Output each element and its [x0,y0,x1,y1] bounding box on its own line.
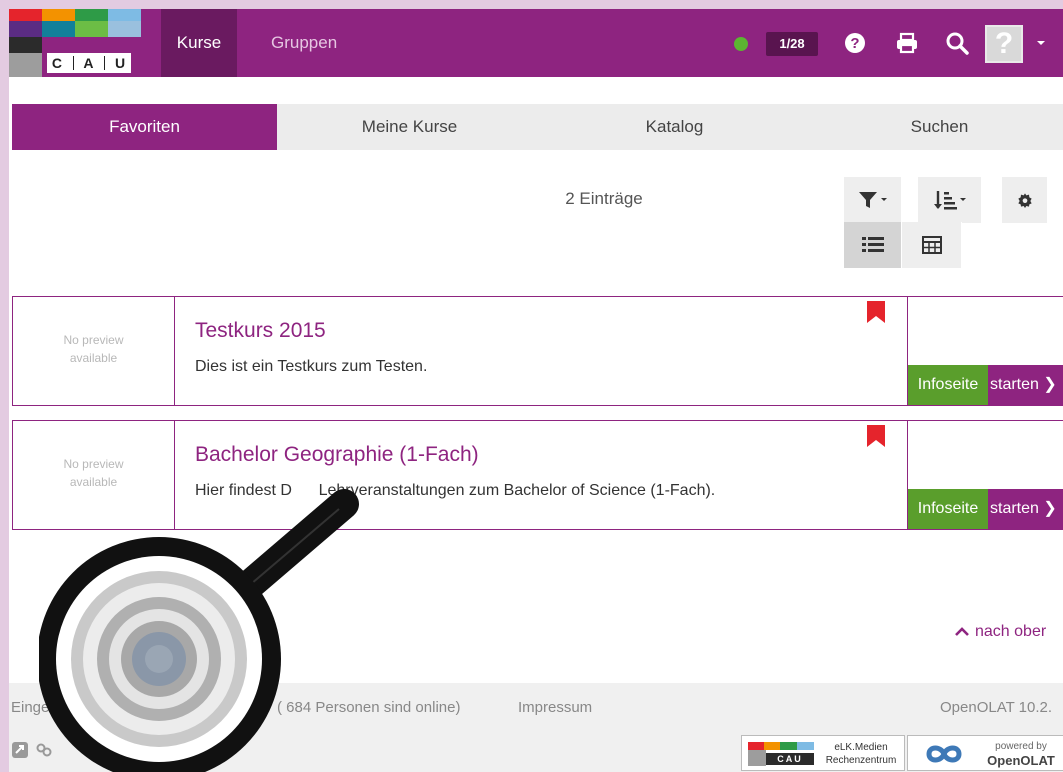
list-view-icon [861,237,884,252]
logo-tile [42,9,75,21]
search-icon[interactable] [945,31,969,55]
logo-tile [9,9,42,21]
logo-tile [9,53,42,77]
sort-icon [933,191,966,210]
course-thumbnail: No preview available [13,297,175,405]
logo-separator [104,56,106,70]
course-title-link[interactable]: Testkurs 2015 [195,319,326,343]
filter-icon [858,192,887,208]
bookmark-icon[interactable] [867,301,885,323]
nav-tab-gruppen[interactable]: Gruppen [249,9,359,77]
table-view-icon [921,236,942,254]
tab-favoriten[interactable]: Favoriten [12,104,277,150]
app-page: C A U Kurse Gruppen 1/28 ? ? Favoriten M… [9,9,1063,772]
magnifier-overlay-icon [39,489,359,772]
top-navigation-bar: C A U Kurse Gruppen 1/28 ? ? [9,9,1063,77]
online-status-icon[interactable] [734,37,748,51]
back-to-top-link[interactable]: nach ober [955,623,1046,641]
logo-tile [9,37,42,53]
no-preview-text: No preview available [63,457,124,489]
logo-tile [9,21,42,37]
entry-count: 2 Einträge [565,189,643,208]
share-icon[interactable] [11,741,29,759]
sort-button[interactable] [918,177,982,223]
print-icon[interactable] [895,31,919,55]
gear-icon [1017,193,1032,208]
table-view-button[interactable] [902,222,962,268]
openolat-logo-icon [926,745,962,763]
start-course-button[interactable]: starten ❯ [988,489,1063,529]
chevron-down-icon[interactable] [1035,37,1047,49]
course-row: No preview available Testkurs 2015 Dies … [12,296,1063,406]
user-avatar[interactable]: ? [985,25,1023,63]
cau-rechenzentrum-badge[interactable]: CAU eLK.Medien Rechenzentrum [741,735,905,771]
tab-katalog[interactable]: Katalog [542,104,807,150]
course-tabs: Favoriten Meine Kurse Katalog Suchen [12,104,1063,150]
nav-tab-kurse[interactable]: Kurse [161,9,237,77]
cau-mini-logo: CAU [748,742,814,766]
badge-text: eLK.Medien Rechenzentrum [825,742,897,766]
course-description: Dies ist ein Testkurs zum Testen. [195,358,428,375]
logo-wordmark: C A U [47,53,131,73]
logo-tile [42,21,75,37]
impressum-link[interactable]: Impressum [518,699,592,716]
infoseite-button[interactable]: Infoseite [908,365,988,405]
cau-logo[interactable]: C A U [9,9,141,77]
logo-tile [75,21,108,37]
start-course-button[interactable]: starten ❯ [988,365,1063,405]
logo-tile [108,9,141,21]
logo-letter: A [83,55,95,71]
no-preview-text: No preview available [63,333,124,365]
logo-tile [108,21,141,37]
badge-text: powered by OpenOLAT [987,741,1055,768]
help-icon[interactable]: ? [843,31,867,55]
settings-button[interactable] [1002,177,1048,223]
course-title-link[interactable]: Bachelor Geographie (1-Fach) [195,443,479,467]
powered-by-openolat-badge[interactable]: powered by OpenOLAT [907,735,1063,771]
list-view-button[interactable] [844,222,902,268]
bookmark-icon[interactable] [867,425,885,447]
logo-letter: U [114,55,127,71]
course-actions: Infoseite starten ❯ [907,297,1063,405]
tab-meine-kurse[interactable]: Meine Kurse [277,104,542,150]
course-actions: Infoseite starten ❯ [907,421,1063,529]
logo-letter: C [51,55,63,71]
chevron-up-icon [955,627,969,636]
infoseite-button[interactable]: Infoseite [908,489,988,529]
svg-text:?: ? [850,35,859,52]
version-label: OpenOLAT 10.2. [940,699,1053,716]
logo-separator [72,56,74,70]
window-counter[interactable]: 1/28 [766,32,818,56]
filter-button[interactable] [844,177,902,223]
back-to-top-label: nach ober [975,623,1047,640]
logo-tile [75,9,108,21]
tab-suchen[interactable]: Suchen [807,104,1063,150]
